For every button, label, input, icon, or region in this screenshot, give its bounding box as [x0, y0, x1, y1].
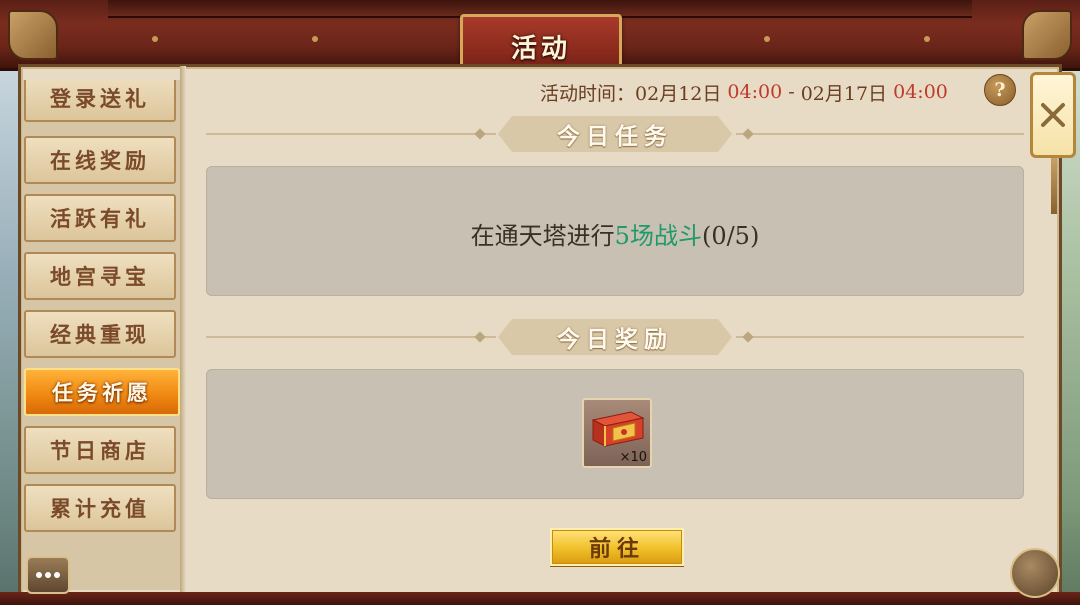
event-start-date: 02月12日: [635, 82, 722, 105]
sidebar-item-label: 在线奖励: [50, 148, 150, 173]
chat-dot-icon: [36, 572, 42, 578]
event-start-time: 04:00: [727, 81, 783, 103]
sidebar-item-label: 登录送礼: [50, 86, 150, 111]
window-title: 活动: [510, 33, 571, 64]
sidebar-item-login-gift[interactable]: 登录送礼: [24, 80, 176, 122]
event-end-date: 02月17日: [800, 82, 888, 105]
sidebar-item-classic-revival[interactable]: 经典重现: [24, 310, 176, 358]
bottom-beam: [0, 592, 1080, 605]
section-divider: [736, 133, 1024, 135]
sidebar-item-label: 累计充值: [50, 496, 150, 521]
treasure-chest-icon: [591, 411, 645, 447]
lantern-tassel: [1051, 158, 1057, 214]
roof-corner-left: [8, 10, 58, 60]
roof-corner-right: [1022, 10, 1072, 60]
section-divider: [736, 336, 1024, 338]
roof-stud: [312, 36, 318, 42]
menu-ornament-button[interactable]: [1010, 548, 1060, 598]
event-time: 活动时间： 02月12日 04:00 - 02月17日 04:00: [540, 78, 948, 106]
sidebar: 登录送礼 在线奖励 活跃有礼 地宫寻宝 经典重现 任务祈愿 节日商店 累计充值: [22, 80, 180, 590]
reward-item[interactable]: ×10: [582, 398, 652, 468]
roof-stud: [152, 36, 158, 42]
sidebar-item-cumulative-recharge[interactable]: 累计充值: [24, 484, 176, 532]
today-task-header: 今日任务: [498, 116, 732, 152]
section-divider: [206, 133, 496, 135]
chat-dot-icon: [54, 572, 60, 578]
close-icon: [1041, 103, 1065, 127]
sidebar-item-label: 任务祈愿: [52, 380, 152, 405]
roof-stud: [924, 36, 930, 42]
sidebar-item-activity-gift[interactable]: 活跃有礼: [24, 194, 176, 242]
sidebar-item-online-reward[interactable]: 在线奖励: [24, 136, 176, 184]
roof-stud: [764, 36, 770, 42]
today-task-panel: 在通天塔进行5场战斗(0/5): [206, 166, 1024, 296]
task-highlight: 5场战斗: [614, 222, 702, 250]
go-button[interactable]: 前往: [550, 528, 684, 566]
sidebar-item-label: 节日商店: [50, 438, 150, 463]
sidebar-item-festival-shop[interactable]: 节日商店: [24, 426, 176, 474]
sidebar-item-task-wish[interactable]: 任务祈愿: [24, 368, 180, 416]
help-icon[interactable]: ?: [984, 74, 1016, 106]
sidebar-divider: [180, 66, 186, 592]
chat-button[interactable]: [26, 556, 70, 594]
chat-dot-icon: [45, 572, 51, 578]
task-description: 在通天塔进行5场战斗(0/5): [470, 222, 760, 250]
sidebar-item-label: 地宫寻宝: [50, 264, 150, 289]
task-progress: (0/5): [701, 222, 760, 250]
event-time-label: 活动时间：: [540, 82, 636, 105]
close-button[interactable]: [1030, 72, 1076, 158]
event-end-time: 04:00: [893, 81, 948, 103]
today-reward-header: 今日奖励: [498, 319, 732, 355]
section-divider: [206, 336, 496, 338]
sidebar-item-label: 经典重现: [50, 322, 150, 347]
sidebar-item-label: 活跃有礼: [50, 206, 150, 231]
reward-count: ×10: [619, 450, 647, 465]
sidebar-item-dungeon-treasure[interactable]: 地宫寻宝: [24, 252, 176, 300]
